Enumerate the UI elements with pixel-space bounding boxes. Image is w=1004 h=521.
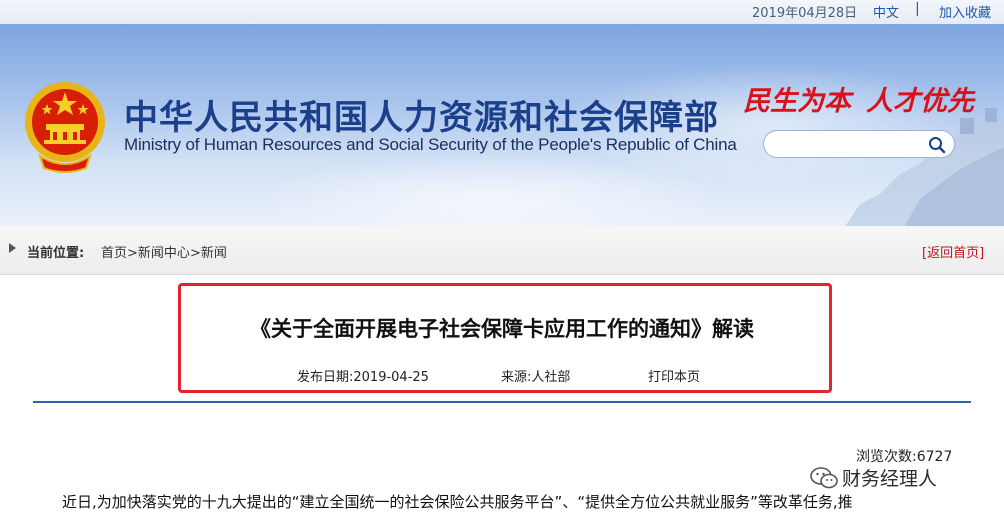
breadcrumb-bar: 当前位置: 首页>新闻中心>新闻 [返回首页] xyxy=(0,226,1004,275)
breadcrumb-news[interactable]: 新闻 xyxy=(201,246,227,261)
article-source: 来源:人社部 xyxy=(501,370,571,385)
slogan-people-first: 民生为本 xyxy=(743,86,851,117)
breadcrumb-news-center[interactable]: 新闻中心 xyxy=(138,246,190,261)
caret-right-icon xyxy=(9,243,16,253)
title-divider xyxy=(33,401,971,403)
site-banner: 中华人民共和国人力资源和社会保障部 Ministry of Human Reso… xyxy=(0,24,1004,226)
breadcrumb-home[interactable]: 首页 xyxy=(101,246,127,261)
breadcrumb-separator: > xyxy=(189,246,201,261)
wechat-icon xyxy=(810,467,838,489)
article-title: 《关于全面开展电子社会保障卡应用工作的通知》解读 xyxy=(250,317,754,341)
topbar-separator: | xyxy=(915,1,920,17)
current-date: 2019年04月28日 xyxy=(752,6,858,21)
current-location-label: 当前位置: xyxy=(27,246,85,261)
language-link[interactable]: 中文 xyxy=(873,2,899,21)
breadcrumb: 首页>新闻中心>新闻 xyxy=(101,242,227,261)
watermark-text: 财务经理人 xyxy=(842,468,938,490)
article-paragraph: 近日,为加快落实党的十九大提出的“建立全国统一的社会保险公共服务平台”、“提供全… xyxy=(62,493,853,511)
ministry-title-chinese: 中华人民共和国人力资源和社会保障部 xyxy=(124,98,719,138)
search-box xyxy=(763,130,955,158)
add-favorite-link[interactable]: 加入收藏 xyxy=(939,2,991,21)
slogan-talent-first: 人才优先 xyxy=(866,86,974,117)
publish-date: 发布日期:2019-04-25 xyxy=(297,370,429,385)
national-emblem-icon xyxy=(25,82,105,173)
ministry-title-english: Ministry of Human Resources and Social S… xyxy=(124,135,737,154)
view-count: 浏览次数:6727 xyxy=(856,449,953,465)
print-page-link[interactable]: 打印本页 xyxy=(648,366,700,385)
search-input[interactable] xyxy=(776,135,930,155)
back-to-home-link[interactable]: [返回首页] xyxy=(922,242,984,261)
search-icon[interactable] xyxy=(928,136,946,154)
breadcrumb-separator: > xyxy=(127,246,138,261)
top-utility-bar: 2019年04月28日 中文 | 加入收藏 xyxy=(0,0,1004,24)
